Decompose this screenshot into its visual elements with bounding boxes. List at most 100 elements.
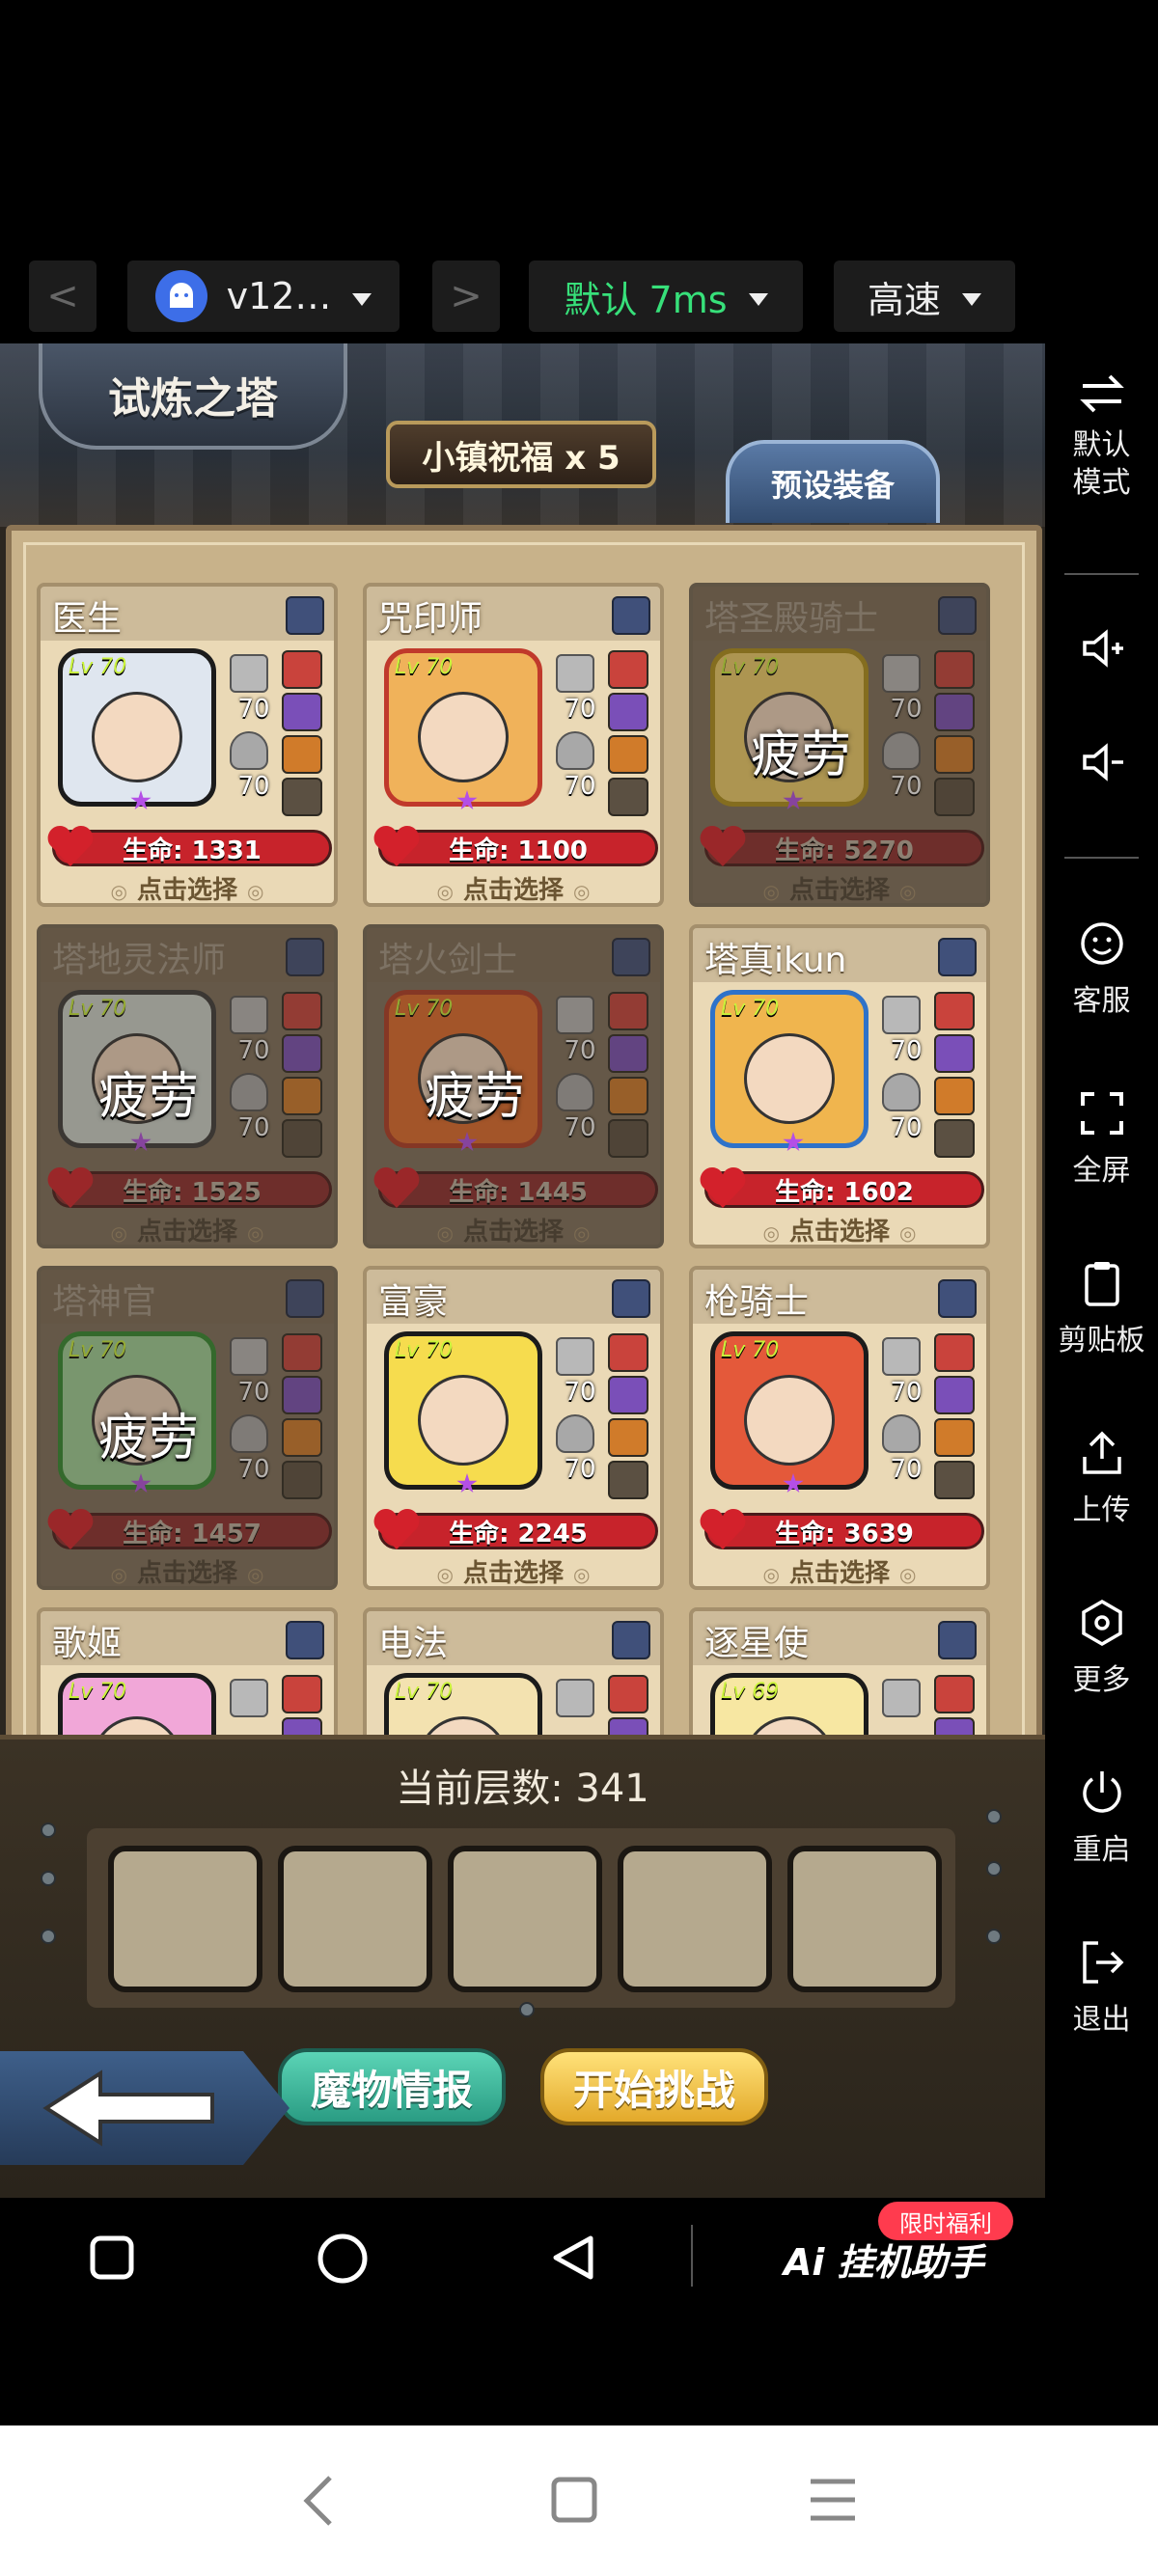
divider	[1064, 857, 1139, 859]
hero-card[interactable]: 塔圣殿骑士 Lv 70 70 70 生命: 5270 点击选择 疲劳	[689, 583, 990, 907]
hp-bar: 生命: 1331	[52, 830, 332, 866]
element-badge-icon	[938, 938, 977, 976]
equip-slot	[934, 1376, 975, 1414]
restart-label: 重启	[1072, 1833, 1131, 1867]
hero-card[interactable]: 咒印师 Lv 70 70 70 生命: 1100 点击选择	[363, 583, 664, 907]
preset-equipment-button[interactable]: 预设装备	[726, 440, 940, 523]
attack-level: 70	[890, 1036, 923, 1065]
element-badge-icon	[286, 596, 324, 635]
equip-slot	[608, 1675, 648, 1713]
hp-bar: 生命: 1602	[704, 1171, 984, 1208]
equip-slot	[608, 1333, 648, 1372]
team-slot[interactable]	[787, 1846, 942, 1992]
hero-card[interactable]: 塔火剑士 Lv 70 70 70 生命: 1445 点击选择 疲劳	[363, 924, 664, 1248]
select-hint[interactable]: 点击选择	[41, 870, 334, 903]
sword-icon	[882, 996, 921, 1034]
back-icon[interactable]	[299, 2474, 338, 2528]
equip-slot	[608, 1418, 648, 1457]
device-select[interactable]: v12…	[127, 260, 400, 332]
mode-button[interactable]: 默认 模式	[1045, 369, 1158, 502]
hero-card[interactable]: 医生 Lv 70 70 70 生命: 1331 点击选择	[37, 583, 338, 907]
monster-info-button[interactable]: 魔物情报	[278, 2048, 506, 2125]
select-hint[interactable]: 点击选择	[367, 870, 660, 903]
swap-icon	[1079, 374, 1124, 413]
speed-select[interactable]: 高速	[834, 260, 1015, 332]
hero-card[interactable]: 枪骑士 Lv 70 70 70 生命: 3639 点击选择	[689, 1266, 990, 1590]
menu-icon[interactable]	[809, 2478, 857, 2522]
promo-badge[interactable]: 限时福利	[878, 2202, 1013, 2240]
start-challenge-button[interactable]: 开始挑战	[540, 2048, 768, 2125]
attack-level: 70	[564, 695, 596, 724]
rivet	[519, 2002, 535, 2017]
home-icon[interactable]	[550, 2476, 598, 2524]
hero-card[interactable]: 塔神官 Lv 70 70 70 生命: 1457 点击选择 疲劳	[37, 1266, 338, 1590]
hero-name: 歌姬	[52, 1624, 123, 1663]
prev-button[interactable]: <	[29, 260, 96, 332]
team-slot[interactable]	[108, 1846, 262, 1992]
line-label: 默认 7ms	[564, 278, 728, 321]
rivet	[41, 1822, 56, 1838]
sword-icon	[556, 1679, 594, 1717]
hero-card[interactable]: 塔地灵法师 Lv 70 70 70 生命: 1525 点击选择 疲劳	[37, 924, 338, 1248]
back-arrow-button[interactable]	[0, 2051, 290, 2165]
system-nav-bar	[0, 2425, 1158, 2576]
line-select[interactable]: 默认 7ms	[529, 260, 803, 332]
restart-button[interactable]: 重启	[1045, 1768, 1158, 1868]
chevron-left-icon: <	[46, 274, 79, 318]
hero-card[interactable]: 富豪 Lv 70 70 70 生命: 2245 点击选择	[363, 1266, 664, 1590]
hero-level: Lv 70	[69, 655, 127, 679]
next-button[interactable]: >	[432, 260, 500, 332]
clipboard-button[interactable]: 剪贴板	[1045, 1258, 1158, 1358]
volume-down-button[interactable]	[1045, 737, 1158, 795]
circle-icon[interactable]	[317, 2233, 369, 2285]
hero-card[interactable]: 塔真ikun Lv 70 70 70 生命: 1602 点击选择	[689, 924, 990, 1248]
element-badge-icon	[612, 1621, 650, 1659]
sword-icon	[556, 654, 594, 693]
attack-level: 70	[890, 1378, 923, 1407]
hero-portrait: Lv 70	[710, 990, 868, 1152]
blessing-banner: 小镇祝福 x 5	[386, 421, 656, 488]
hero-name: 枪骑士	[704, 1282, 810, 1322]
element-badge-icon	[612, 596, 650, 635]
equip-slot	[608, 693, 648, 731]
upload-icon	[1082, 1431, 1121, 1474]
team-slot[interactable]	[618, 1846, 772, 1992]
hero-portrait: Lv 70	[384, 648, 542, 810]
team-slot[interactable]	[448, 1846, 602, 1992]
tower-title: 试炼之塔	[39, 343, 347, 450]
hero-name: 电法	[378, 1624, 449, 1663]
hp-bar: 生命: 2245	[378, 1513, 658, 1549]
equip-slot	[934, 1119, 975, 1158]
power-icon	[1082, 1771, 1121, 1813]
triangle-back-icon[interactable]	[550, 2234, 596, 2281]
support-button[interactable]: 客服	[1045, 918, 1158, 1019]
upload-button[interactable]: 上传	[1045, 1428, 1158, 1528]
square-icon[interactable]	[89, 2234, 135, 2281]
select-hint[interactable]: 点击选择	[693, 1553, 986, 1586]
tired-label: 疲劳	[751, 726, 852, 784]
hero-name: 医生	[52, 599, 123, 639]
arrow-left-icon	[42, 2069, 214, 2147]
support-icon	[1080, 922, 1123, 965]
hero-name: 逐星使	[704, 1624, 810, 1663]
exit-button[interactable]: 退出	[1045, 1937, 1158, 2038]
more-button[interactable]: 更多	[1045, 1598, 1158, 1698]
select-hint[interactable]: 点击选择	[693, 1212, 986, 1245]
attack-level: 70	[564, 1378, 596, 1407]
star-icon	[130, 790, 152, 810]
select-hint[interactable]: 点击选择	[367, 1553, 660, 1586]
volume-down-icon	[1082, 743, 1123, 781]
fullscreen-button[interactable]: 全屏	[1045, 1088, 1158, 1189]
hero-face	[744, 1033, 835, 1124]
team-slot[interactable]	[278, 1846, 432, 1992]
volume-up-button[interactable]	[1045, 623, 1158, 681]
element-badge-icon	[938, 1279, 977, 1318]
ai-assistant-brand[interactable]: Ai 挂机助手	[784, 2233, 984, 2286]
sword-icon	[230, 1679, 268, 1717]
equip-slot	[282, 1675, 322, 1713]
equip-slot	[608, 1461, 648, 1499]
hero-level: Lv 70	[721, 997, 780, 1021]
tired-label: 疲劳	[98, 1410, 200, 1467]
android-icon	[154, 270, 207, 322]
element-badge-icon	[938, 1621, 977, 1659]
